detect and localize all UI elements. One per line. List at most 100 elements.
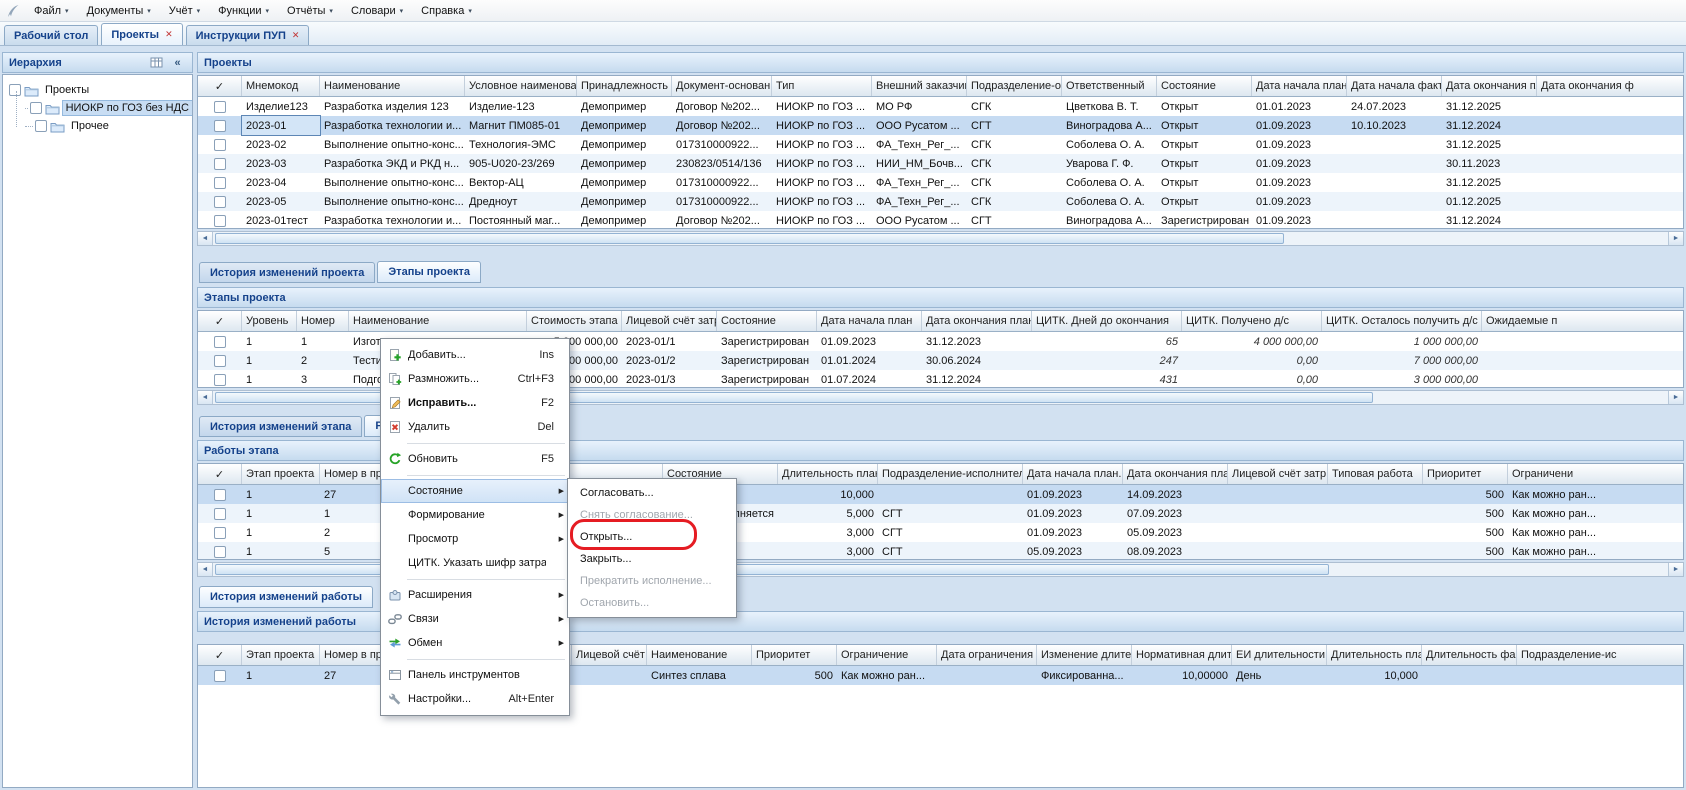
table-row[interactable]: 2023-03Разработка ЭКД и РКД н...905-U020…	[198, 154, 1683, 173]
menu-item-formation[interactable]: Формирование▶	[381, 503, 569, 527]
row-checkbox[interactable]	[214, 670, 226, 682]
column-header[interactable]: Дата начала факт.	[1347, 76, 1442, 96]
row-checkbox[interactable]	[214, 177, 226, 189]
scroll-right-icon[interactable]: ►	[1668, 232, 1683, 245]
column-header[interactable]: Номер	[297, 311, 349, 331]
tree-checkbox[interactable]	[35, 120, 47, 132]
column-header[interactable]: Ограничение	[837, 645, 937, 665]
menu-dictionaries[interactable]: Словари▾	[342, 1, 412, 21]
menu-item-view[interactable]: Просмотр▶	[381, 527, 569, 551]
column-header[interactable]: Дата окончания пл	[1442, 76, 1537, 96]
check-column-header[interactable]: ✓	[198, 76, 242, 96]
tree-checkbox[interactable]	[9, 84, 21, 96]
column-header[interactable]: Состояние	[1157, 76, 1252, 96]
row-checkbox[interactable]	[214, 215, 226, 227]
column-header[interactable]: ЦИТК. Дней до окончания	[1032, 311, 1182, 331]
column-header[interactable]: Лицевой счёт затр	[1228, 464, 1328, 484]
column-header[interactable]: Принадлежность	[577, 76, 672, 96]
menu-help[interactable]: Справка▾	[412, 1, 481, 21]
row-checkbox[interactable]	[214, 158, 226, 170]
column-header[interactable]: Документ-основан	[672, 76, 772, 96]
menu-item-links[interactable]: Связи▶	[381, 607, 569, 631]
row-checkbox[interactable]	[214, 489, 226, 501]
table-row[interactable]: 2023-02Выполнение опытно-конс...Технолог…	[198, 135, 1683, 154]
column-header[interactable]: Длительность фак	[1422, 645, 1517, 665]
menu-item-toolbar-panel[interactable]: Панель инструментов	[381, 663, 569, 687]
tab-stage-history[interactable]: История изменений этапа	[199, 416, 362, 437]
close-tab-icon[interactable]: ✕	[165, 30, 173, 39]
table-row[interactable]: 2023-01тестРазработка технологии и...Пос…	[198, 211, 1683, 229]
menu-item-citk-cost-code[interactable]: ЦИТК. Указать шифр затрат...	[381, 551, 569, 575]
column-header[interactable]: Лицевой счёт затрат	[622, 311, 717, 331]
row-checkbox[interactable]	[214, 139, 226, 151]
menu-item-refresh[interactable]: ОбновитьF5	[381, 447, 569, 471]
table-row[interactable]: 2023-01Разработка технологии и...Магнит …	[198, 116, 1683, 135]
close-tab-icon[interactable]: ✕	[292, 31, 300, 40]
tree-node-niokr-goz[interactable]: НИОКР по ГОЗ без НДС	[3, 99, 192, 117]
table-row[interactable]: 2023-04Выполнение опытно-конс...Вектор-А…	[198, 173, 1683, 192]
menu-item-edit[interactable]: Исправить...F2	[381, 391, 569, 415]
submenu-item-close[interactable]: Закрыть...	[568, 548, 736, 570]
check-column-header[interactable]: ✓	[198, 311, 242, 331]
column-header[interactable]: Этап проекта	[242, 464, 320, 484]
scroll-left-icon[interactable]: ◄	[198, 391, 213, 404]
column-header[interactable]: Длительность пла	[1327, 645, 1422, 665]
column-header[interactable]: Тип	[772, 76, 872, 96]
tab-pup-instructions[interactable]: Инструкции ПУП✕	[186, 25, 310, 45]
check-column-header[interactable]: ✓	[198, 645, 242, 665]
menu-file[interactable]: Файл▾	[25, 1, 78, 21]
column-header[interactable]: Условное наименова	[465, 76, 577, 96]
tree-node-other[interactable]: Прочее	[3, 117, 192, 135]
column-header[interactable]: Длительность план▼	[778, 464, 878, 484]
column-header[interactable]: Состояние	[717, 311, 817, 331]
column-header[interactable]: Внешний заказчик	[872, 76, 967, 96]
menu-item-exchange[interactable]: Обмен▶	[381, 631, 569, 655]
column-header[interactable]: Подразделение-от	[967, 76, 1062, 96]
row-checkbox[interactable]	[214, 336, 226, 348]
column-header[interactable]: Дата начала план	[817, 311, 922, 331]
column-header[interactable]: Дата окончания план	[1123, 464, 1228, 484]
tree-checkbox[interactable]	[30, 102, 42, 114]
tab-work-history[interactable]: История изменений работы	[199, 586, 373, 608]
column-header[interactable]: Дата начала план.	[1252, 76, 1347, 96]
column-header[interactable]: ЕИ длительности	[1232, 645, 1327, 665]
row-checkbox[interactable]	[214, 196, 226, 208]
column-header[interactable]: Дата начала план.	[1023, 464, 1123, 484]
column-header[interactable]: ЦИТК. Осталось получить д/с	[1322, 311, 1482, 331]
column-header[interactable]: Подразделение-ис	[1517, 645, 1684, 665]
column-header[interactable]: Типовая работа	[1328, 464, 1423, 484]
column-header[interactable]: Наименование	[320, 76, 465, 96]
column-header[interactable]: Ограничени	[1508, 464, 1684, 484]
table-row[interactable]: 2023-05Выполнение опытно-конс...Дредноут…	[198, 192, 1683, 211]
row-checkbox[interactable]	[214, 546, 226, 558]
scroll-right-icon[interactable]: ►	[1668, 563, 1683, 576]
scroll-left-icon[interactable]: ◄	[198, 563, 213, 576]
menu-documents[interactable]: Документы▾	[78, 1, 160, 21]
menu-item-duplicate[interactable]: Размножить...Ctrl+F3	[381, 367, 569, 391]
column-header[interactable]: Ожидаемые п	[1482, 311, 1684, 331]
projects-hscrollbar[interactable]: ◄ ►	[197, 231, 1684, 246]
scroll-left-icon[interactable]: ◄	[198, 232, 213, 245]
row-checkbox[interactable]	[214, 508, 226, 520]
menu-item-state[interactable]: Состояние▶	[381, 479, 569, 503]
column-header[interactable]: Мнемокод	[242, 76, 320, 96]
scroll-thumb[interactable]	[215, 233, 1284, 244]
row-checkbox[interactable]	[214, 101, 226, 113]
column-header[interactable]: Изменение длите	[1037, 645, 1132, 665]
submenu-item-open[interactable]: Открыть...	[568, 526, 736, 548]
menu-item-delete[interactable]: УдалитьDel	[381, 415, 569, 439]
tab-project-history[interactable]: История изменений проекта	[199, 262, 375, 283]
column-header[interactable]: Наименование	[647, 645, 752, 665]
table-row[interactable]: Изделие123Разработка изделия 123Изделие-…	[198, 97, 1683, 116]
collapse-sidebar-icon[interactable]: «	[169, 55, 186, 71]
column-header[interactable]: Наименование	[349, 311, 527, 331]
submenu-item-approve[interactable]: Согласовать...	[568, 482, 736, 504]
column-header[interactable]: Лицевой счёт затр	[572, 645, 647, 665]
tab-desktop[interactable]: Рабочий стол	[4, 25, 98, 45]
column-header[interactable]: Подразделение-исполнитель.	[878, 464, 1023, 484]
column-header[interactable]: Дата окончания план	[922, 311, 1032, 331]
tab-project-stages[interactable]: Этапы проекта	[377, 261, 481, 283]
column-header[interactable]: ЦИТК. Получено д/с	[1182, 311, 1322, 331]
menu-item-extensions[interactable]: Расширения▶	[381, 583, 569, 607]
menu-functions[interactable]: Функции▾	[209, 1, 278, 21]
